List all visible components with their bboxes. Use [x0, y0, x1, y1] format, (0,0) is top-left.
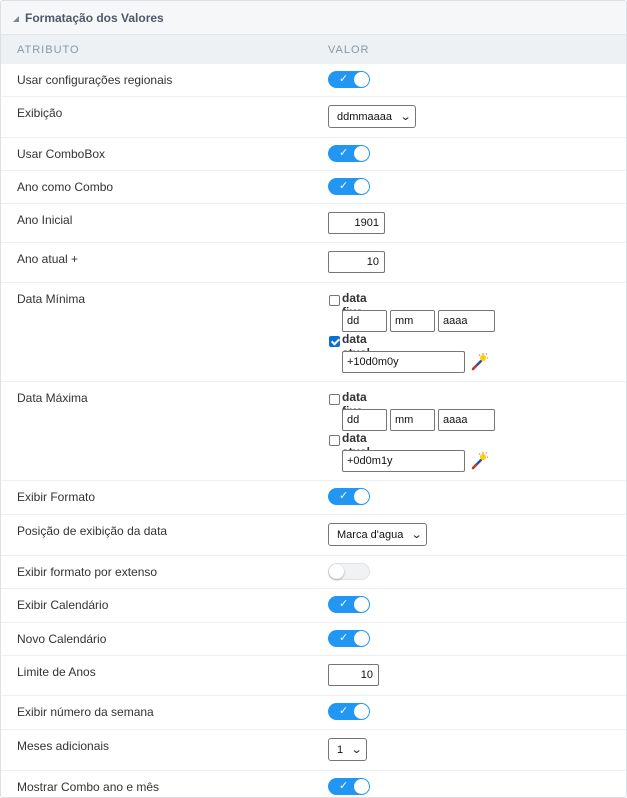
select-value: Marca d'agua: [337, 528, 404, 541]
data-atual-checkbox[interactable]: [329, 336, 340, 347]
row-formato-extenso: Exibir formato por extenso: [1, 556, 626, 589]
panel-title: Formatação dos Valores: [25, 10, 164, 25]
check-icon: ✓: [339, 146, 349, 159]
row-label: Meses adicionais: [17, 739, 110, 753]
exibir-calendario-toggle[interactable]: ✓: [328, 596, 370, 613]
ano-combo-toggle[interactable]: ✓: [328, 178, 370, 195]
row-numero-semana: Exibir número da semana ✓: [1, 696, 626, 730]
year-input[interactable]: aaaa: [438, 409, 495, 431]
row-label: Exibir Formato: [17, 490, 96, 504]
regional-toggle[interactable]: ✓: [328, 71, 370, 88]
row-label: Mostrar Combo ano e mês: [17, 780, 160, 794]
meses-adicionais-select[interactable]: 1 ⌄: [328, 738, 367, 761]
data-atual-input[interactable]: +10d0m0y: [342, 351, 465, 373]
month-input[interactable]: mm: [390, 310, 435, 332]
select-value: 1: [337, 743, 344, 756]
row-ano-combo: Ano como Combo ✓: [1, 171, 626, 204]
ano-inicial-input[interactable]: 1901: [328, 212, 385, 234]
data-atual-input[interactable]: +0d0m1y: [342, 450, 465, 472]
ano-atual-input[interactable]: 10: [328, 251, 385, 273]
magic-wand-icon[interactable]: [470, 452, 488, 470]
check-icon: ✓: [339, 704, 349, 717]
chevron-down-icon: ⌄: [350, 743, 363, 756]
year-input[interactable]: aaaa: [438, 310, 495, 332]
chevron-down-icon: ⌄: [410, 528, 423, 541]
data-fixa-checkbox[interactable]: [329, 295, 340, 306]
panel-header[interactable]: Formatação dos Valores: [1, 1, 626, 35]
row-limite-anos: Limite de Anos 10: [1, 656, 626, 696]
check-icon: ✓: [339, 489, 349, 502]
column-header-row: ATRIBUTO VALOR: [1, 35, 626, 64]
column-attribute: ATRIBUTO: [17, 43, 80, 56]
posicao-select[interactable]: Marca d'agua ⌄: [328, 523, 427, 546]
novo-calendario-toggle[interactable]: ✓: [328, 630, 370, 647]
row-meses-adicionais: Meses adicionais 1 ⌄: [1, 730, 626, 771]
row-ano-atual: Ano atual + 10: [1, 243, 626, 283]
data-atual-checkbox[interactable]: [329, 435, 340, 446]
row-exibicao: Exibição ddmmaaaa ⌄: [1, 97, 626, 138]
row-label: Exibir número da semana: [17, 705, 154, 719]
row-label: Ano como Combo: [17, 180, 114, 194]
day-input[interactable]: dd: [342, 409, 387, 431]
combo-ano-mes-toggle[interactable]: ✓: [328, 778, 370, 795]
row-label: Ano atual +: [17, 252, 79, 266]
collapse-icon[interactable]: [13, 15, 19, 22]
row-label: Limite de Anos: [17, 665, 96, 679]
numero-semana-toggle[interactable]: ✓: [328, 703, 370, 720]
check-icon: ✓: [339, 779, 349, 792]
row-label: Exibir Calendário: [17, 598, 109, 612]
row-label: Novo Calendário: [17, 632, 107, 646]
check-icon: ✓: [339, 631, 349, 644]
formatting-panel: Formatação dos Valores ATRIBUTO VALOR Us…: [0, 0, 627, 798]
row-label: Exibição: [17, 106, 63, 120]
row-ano-inicial: Ano Inicial 1901: [1, 204, 626, 243]
day-input[interactable]: dd: [342, 310, 387, 332]
row-novo-calendario: Novo Calendário ✓: [1, 623, 626, 656]
column-value: VALOR: [328, 43, 370, 56]
row-label: Posição de exibição da data: [17, 524, 168, 538]
row-combo-ano-mes: Mostrar Combo ano e mês ✓: [1, 771, 626, 797]
check-icon: ✓: [339, 179, 349, 192]
check-icon: ✓: [339, 72, 349, 85]
data-fixa-checkbox[interactable]: [329, 394, 340, 405]
row-label: Data Mínima: [17, 292, 86, 306]
chevron-down-icon: ⌄: [399, 110, 412, 123]
select-value: ddmmaaaa: [337, 110, 393, 123]
formato-extenso-toggle[interactable]: [328, 563, 370, 580]
row-label: Usar ComboBox: [17, 147, 106, 161]
row-exibir-calendario: Exibir Calendário ✓: [1, 589, 626, 623]
limite-anos-input[interactable]: 10: [328, 664, 379, 686]
magic-wand-icon[interactable]: [470, 353, 488, 371]
row-data-maxima: Data Máxima data fixa dd mm aaaa data at…: [1, 382, 626, 481]
check-icon: ✓: [339, 597, 349, 610]
combobox-toggle[interactable]: ✓: [328, 145, 370, 162]
row-label: Exibir formato por extenso: [17, 565, 158, 579]
row-posicao: Posição de exibição da data Marca d'agua…: [1, 515, 626, 556]
row-label: Usar configurações regionais: [17, 73, 173, 87]
row-regional: Usar configurações regionais ✓: [1, 64, 626, 97]
row-label: Ano Inicial: [17, 213, 73, 227]
exibir-formato-toggle[interactable]: ✓: [328, 488, 370, 505]
row-combobox: Usar ComboBox ✓: [1, 138, 626, 171]
row-exibir-formato: Exibir Formato ✓: [1, 481, 626, 515]
month-input[interactable]: mm: [390, 409, 435, 431]
exibicao-select[interactable]: ddmmaaaa ⌄: [328, 105, 416, 128]
row-label: Data Máxima: [17, 391, 88, 405]
row-data-minima: Data Mínima data fixa dd mm aaaa data at…: [1, 283, 626, 382]
